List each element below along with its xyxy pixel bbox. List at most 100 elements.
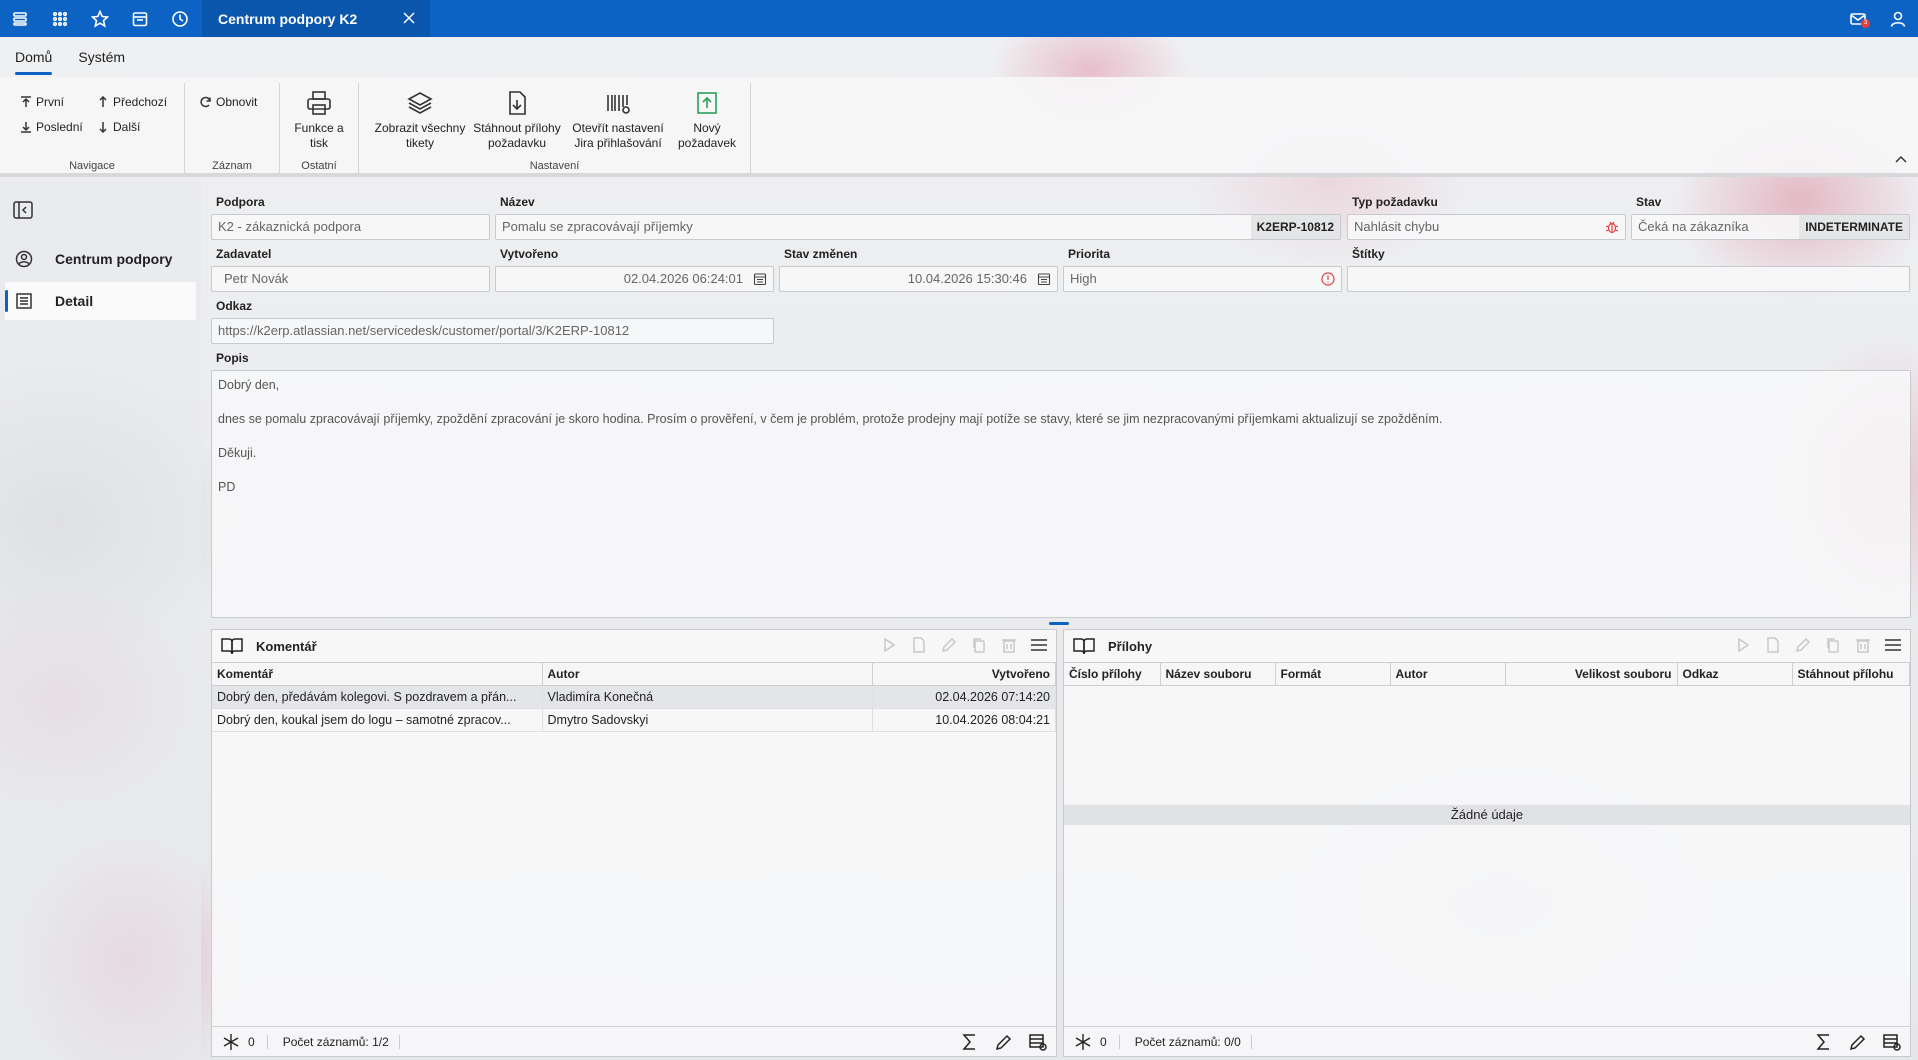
attachments-title: Přílohy [1108, 638, 1153, 654]
ribbon-group-other: Funkce a tisk Ostatní [280, 83, 359, 175]
copy-icon[interactable] [1824, 636, 1842, 654]
description-line: Dobrý den, [218, 378, 280, 392]
requester-field[interactable]: Petr Novák [211, 266, 490, 292]
link-field[interactable]: https://k2erp.atlassian.net/servicedesk/… [211, 318, 774, 344]
ribbon-group-settings: Zobrazit všechny tikety Stáhnout přílohy p… [359, 83, 751, 175]
state-changed-label: Stav změnen [784, 247, 858, 261]
last-button[interactable]: Poslední [20, 120, 83, 134]
barcode-settings-icon [603, 89, 633, 119]
menu-icon[interactable] [1884, 636, 1902, 654]
column-header-file-name[interactable]: Název souboru [1160, 662, 1276, 686]
new-document-icon[interactable] [910, 636, 928, 654]
play-icon[interactable] [1734, 636, 1752, 654]
column-header-download[interactable]: Stáhnout přílohu [1792, 662, 1910, 686]
priority-label: Priorita [1068, 247, 1111, 261]
edit-pencil-icon[interactable] [940, 636, 958, 654]
link-label: Odkaz [216, 299, 253, 313]
jira-login-settings-button[interactable]: Otevřít nastavení Jira přihlašování [568, 89, 668, 151]
sidebar-item-detail[interactable]: Detail [5, 282, 196, 320]
frozen-count: 0 [248, 1034, 268, 1049]
attachments-panel: Přílohy Číslo přílohy Název souboru Form… [1063, 629, 1911, 1057]
play-icon[interactable] [880, 636, 898, 654]
delete-icon[interactable] [1000, 636, 1018, 654]
detail-list-icon [16, 293, 32, 309]
sum-icon[interactable] [960, 1032, 980, 1052]
first-button[interactable]: První [20, 95, 64, 109]
menu-icon[interactable] [1030, 636, 1048, 654]
apps-grid-icon[interactable] [40, 0, 80, 37]
calendar-icon[interactable] [120, 0, 160, 37]
record-count: Počet záznamů: 0/0 [1135, 1034, 1252, 1049]
edit-pencil-icon[interactable] [994, 1032, 1014, 1052]
history-clock-icon[interactable] [160, 0, 200, 37]
comments-header: Komentář [212, 630, 1056, 662]
tags-field[interactable] [1347, 266, 1910, 292]
close-tab-icon[interactable] [400, 9, 418, 27]
collapse-ribbon-icon[interactable] [1894, 152, 1908, 166]
column-header-comment[interactable]: Komentář [212, 662, 543, 686]
record-count: Počet záznamů: 1/2 [283, 1034, 400, 1049]
priority-field[interactable]: High [1063, 266, 1342, 292]
table-row[interactable]: Dobrý den, předávám kolegovi. S pozdrave… [212, 685, 1056, 709]
table-row[interactable]: Dobrý den, koukal jsem do logu – samotné… [212, 708, 1056, 732]
alert-circle-icon [1321, 272, 1335, 286]
support-field[interactable]: K2 - zákaznická podpora [211, 214, 490, 240]
favorites-star-icon[interactable] [80, 0, 120, 37]
next-button[interactable]: Další [97, 120, 140, 134]
ribbon-tab-home[interactable]: Domů [15, 37, 53, 77]
created-label: Vytvořeno [500, 247, 559, 261]
new-request-button[interactable]: Nový požadavek [672, 89, 742, 151]
table-settings-icon[interactable] [1882, 1032, 1902, 1052]
sum-icon[interactable] [1814, 1032, 1834, 1052]
column-header-link[interactable]: Odkaz [1677, 662, 1793, 686]
edit-pencil-icon[interactable] [1794, 636, 1812, 654]
column-header-format[interactable]: Formát [1275, 662, 1391, 686]
column-header-created[interactable]: Vytvořeno [872, 662, 1056, 686]
table-settings-icon[interactable] [1028, 1032, 1048, 1052]
delete-icon[interactable] [1854, 636, 1872, 654]
freeze-snowflake-icon[interactable] [1074, 1033, 1092, 1051]
ribbon-tab-system[interactable]: Systém [78, 37, 125, 77]
created-field[interactable]: 02.04.2026 06:24:01 [495, 266, 774, 292]
tab-centrum-podpory[interactable]: Centrum podpory K2 [202, 0, 430, 37]
copy-icon[interactable] [970, 636, 988, 654]
freeze-snowflake-icon[interactable] [222, 1033, 240, 1051]
state-changed-value: 10.04.2026 15:30:46 [907, 271, 1027, 286]
book-icon [221, 638, 243, 655]
column-header-author[interactable]: Autor [542, 662, 873, 686]
comment-cell: Dobrý den, koukal jsem do logu – samotné… [212, 708, 543, 732]
name-label: Název [500, 195, 535, 209]
left-sidebar: Centrum podpory Detail [0, 181, 201, 1060]
user-profile-icon[interactable] [1878, 0, 1918, 37]
collapse-sidebar-icon[interactable] [12, 199, 34, 221]
comments-table: Komentář Autor Vytvořeno Dobrý den, před… [212, 662, 1056, 732]
group-label-other: Ostatní [301, 160, 337, 172]
main-menu-icon[interactable] [0, 0, 40, 37]
description-field[interactable]: Dobrý den, dnes se pomalu zpracovávají p… [211, 370, 1911, 618]
detail-form: Podpora K2 - zákaznická podpora Název Po… [203, 181, 1915, 1060]
column-header-file-size[interactable]: Velikost souboru [1505, 662, 1678, 686]
calendar-picker-icon[interactable] [1037, 272, 1051, 286]
column-header-attachment-number[interactable]: Číslo přílohy [1064, 662, 1161, 686]
show-all-tickets-button[interactable]: Zobrazit všechny tikety [374, 89, 466, 151]
splitter-handle[interactable] [1049, 622, 1069, 625]
request-type-field[interactable]: Nahlásit chybu [1347, 214, 1626, 240]
notifications-icon[interactable]: 3 [1838, 0, 1878, 37]
download-attachments-button[interactable]: Stáhnout přílohy požadavku [471, 89, 563, 151]
group-label-settings: Nastavení [529, 160, 580, 172]
state-field[interactable]: Čeká na zákazníka INDETERMINATE [1631, 214, 1910, 240]
created-cell: 10.04.2026 08:04:21 [872, 708, 1056, 732]
column-header-author[interactable]: Autor [1390, 662, 1506, 686]
previous-button[interactable]: Předchozí [97, 95, 167, 109]
tab-title: Centrum podpory K2 [218, 10, 358, 27]
refresh-button[interactable]: Obnovit [200, 95, 257, 109]
sidebar-item-support-center[interactable]: Centrum podpory [5, 240, 196, 278]
attachments-header: Přílohy [1064, 630, 1910, 662]
edit-pencil-icon[interactable] [1848, 1032, 1868, 1052]
calendar-picker-icon[interactable] [753, 272, 767, 286]
new-document-icon[interactable] [1764, 636, 1782, 654]
state-changed-field[interactable]: 10.04.2026 15:30:46 [779, 266, 1058, 292]
name-field[interactable]: Pomalu se zpracovávají příjemky K2ERP-10… [495, 214, 1341, 240]
state-label: Stav [1636, 195, 1662, 209]
print-functions-button[interactable]: Funkce a tisk [284, 89, 354, 151]
